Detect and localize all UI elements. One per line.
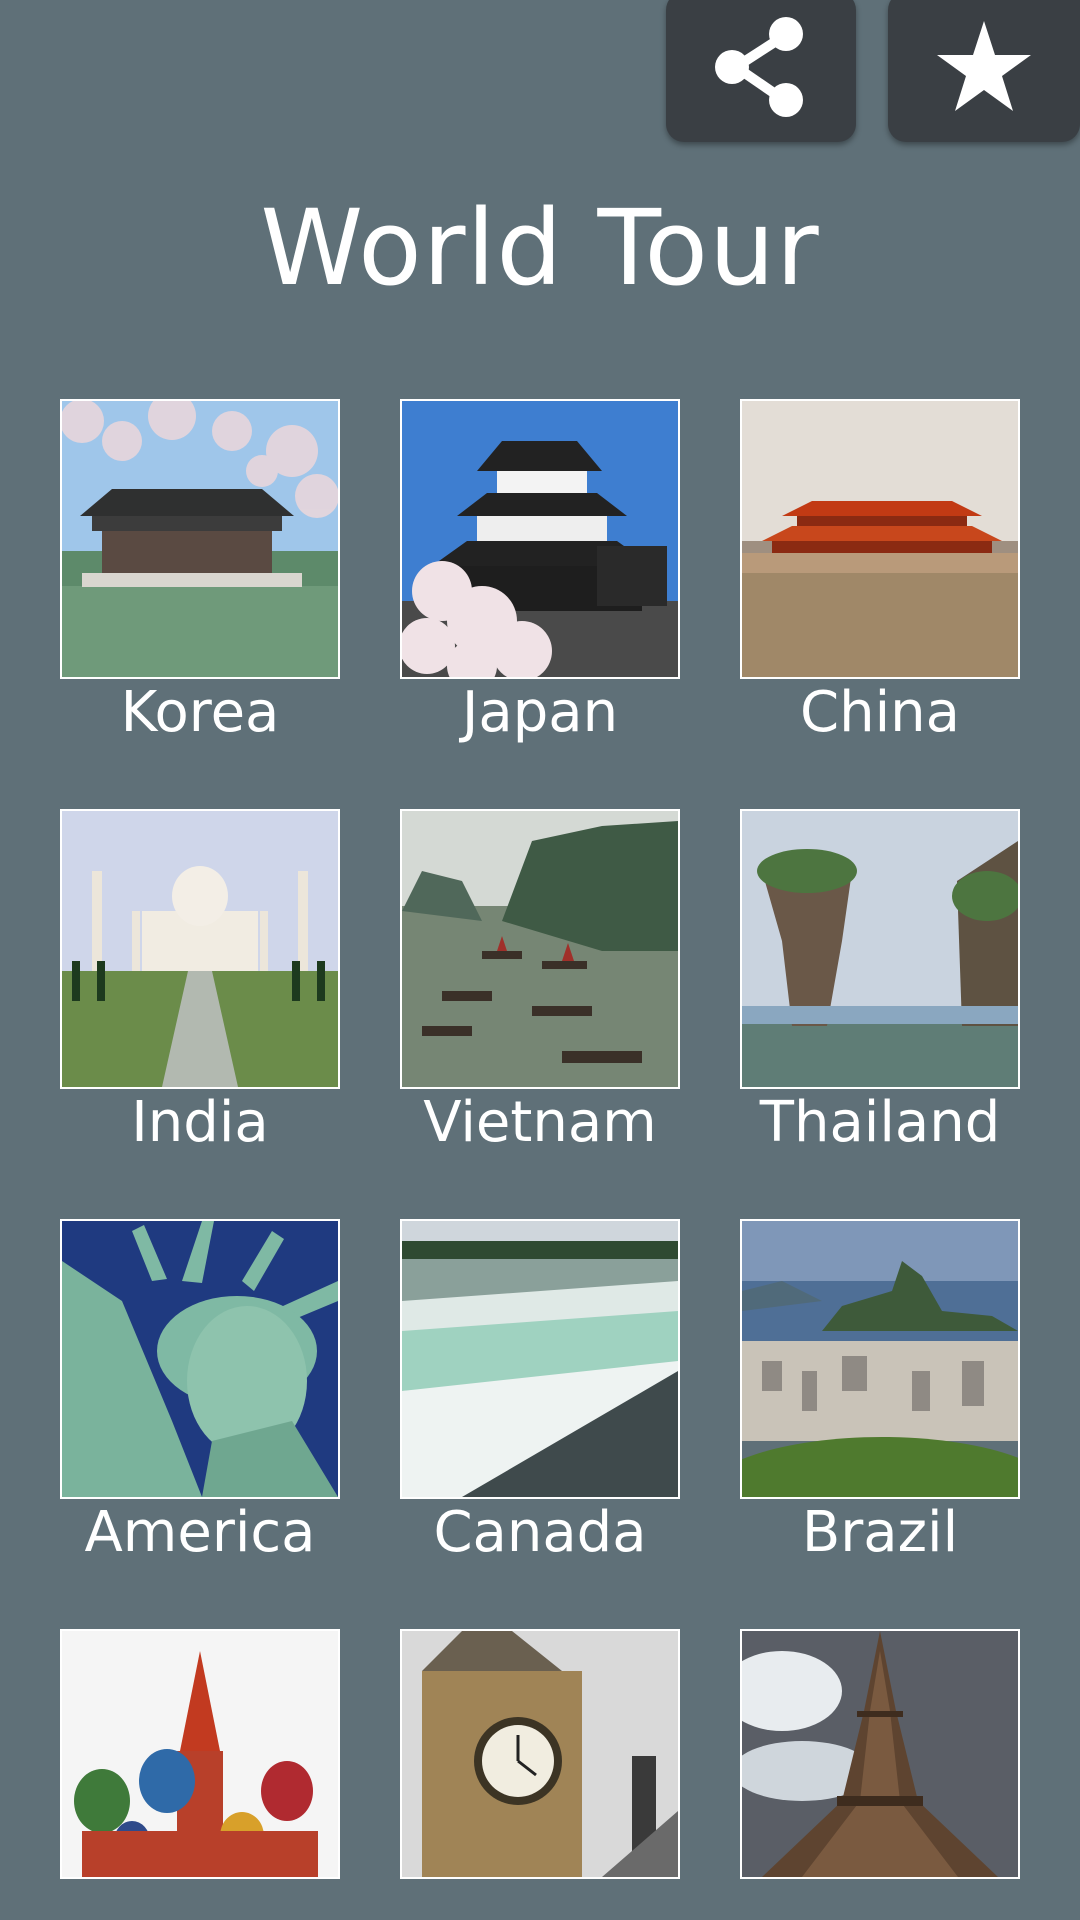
destination-image [400, 1219, 680, 1499]
page-title: World Tour [260, 187, 820, 309]
destination-label: Vietnam [423, 1090, 657, 1155]
destination-tile-thailand[interactable]: Thailand [740, 809, 1020, 1157]
destination-tile-france[interactable] [740, 1629, 1020, 1879]
destination-image [60, 1629, 340, 1879]
destination-label: Brazil [801, 1500, 959, 1565]
share-icon [706, 12, 816, 122]
destination-tile-china[interactable]: China [740, 399, 1020, 747]
app-screen: World Tour Korea Japan China India Vietn… [0, 0, 1080, 1920]
destination-image [740, 1219, 1020, 1499]
destination-image [740, 1629, 1020, 1879]
destination-tile-korea[interactable]: Korea [60, 399, 340, 747]
destination-image [400, 809, 680, 1089]
destination-image [740, 399, 1020, 679]
destination-tile-india[interactable]: India [60, 809, 340, 1157]
destination-label: Thailand [759, 1090, 1001, 1155]
destination-image [60, 1219, 340, 1499]
destination-label: Japan [461, 680, 619, 745]
destination-tile-england[interactable] [400, 1629, 680, 1879]
destination-tile-brazil[interactable]: Brazil [740, 1219, 1020, 1567]
destination-label: Canada [433, 1500, 647, 1565]
favorite-button[interactable] [888, 0, 1080, 142]
share-button[interactable] [666, 0, 856, 142]
destination-image [740, 809, 1020, 1089]
destination-image [400, 1629, 680, 1879]
destination-tile-america[interactable]: America [60, 1219, 340, 1567]
destination-image [400, 399, 680, 679]
destination-label: America [84, 1500, 316, 1565]
destination-image [60, 809, 340, 1089]
destination-tile-russia[interactable] [60, 1629, 340, 1879]
destination-tile-japan[interactable]: Japan [400, 399, 680, 747]
destination-tile-vietnam[interactable]: Vietnam [400, 809, 680, 1157]
star-icon [934, 17, 1034, 117]
destination-label: India [131, 1090, 269, 1155]
destination-tile-canada[interactable]: Canada [400, 1219, 680, 1567]
destination-image [60, 399, 340, 679]
destination-label: Korea [120, 680, 280, 745]
destination-label: China [800, 680, 960, 745]
